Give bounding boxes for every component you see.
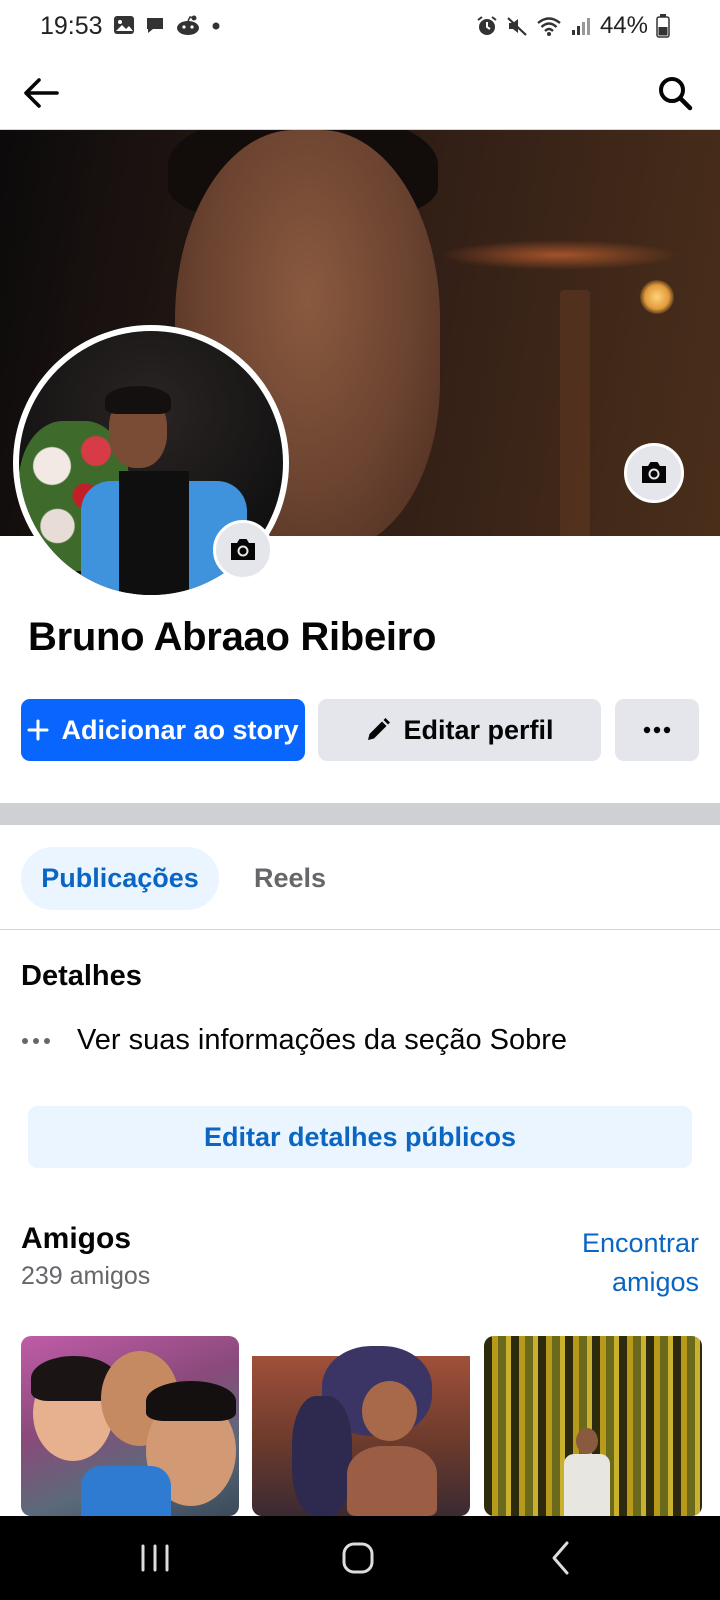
camera-icon [642,462,666,483]
friend-photo-shirt [564,1454,610,1516]
friends-heading: Amigos [21,1222,132,1255]
status-bar: 19:53 44% [0,0,720,54]
signal-icon [571,18,590,35]
ellipsis-icon [643,726,671,734]
app-bar [0,54,720,130]
chevron-left-icon [552,1541,569,1575]
about-info-row[interactable]: Ver suas informações da seção Sobre [21,1024,567,1057]
cover-light [440,240,680,270]
home-icon [342,1542,374,1574]
dot-icon [212,22,220,30]
about-info-label: Ver suas informações da seção Sobre [77,1024,568,1056]
more-options-button[interactable] [615,699,699,761]
edit-public-details-button[interactable]: Editar detalhes públicos [28,1106,692,1168]
system-nav-bar [0,1516,720,1600]
arrow-left-icon [24,78,59,108]
cover-pillar [560,290,590,536]
friend-tile[interactable] [252,1336,470,1516]
battery-icon [656,14,670,38]
chat-bubble-icon [147,18,163,33]
friends-count: 239 amigos [21,1262,151,1290]
profile-name: Bruno Abraao Ribeiro [28,615,437,659]
reddit-icon [177,15,199,35]
section-separator [0,803,720,825]
add-to-story-label: Adicionar ao story [61,714,299,745]
friend-photo-face [576,1428,598,1454]
tab-reels[interactable]: Reels [240,847,340,910]
recent-apps-icon [141,1544,169,1572]
avatar-shirt [119,471,189,595]
image-icon [114,16,134,34]
mute-icon [507,17,527,36]
plus-icon [27,719,49,741]
battery-percent: 44% [599,12,648,39]
status-notification-icons [113,14,222,36]
edit-profile-label: Editar perfil [403,714,554,745]
edit-cover-photo-button[interactable] [624,443,684,503]
camera-icon [231,539,255,560]
tab-divider [0,929,720,930]
status-time: 19:53 [40,12,103,40]
friend-photo-hair [146,1381,236,1421]
status-system-icons: 44% [476,12,670,40]
cover-light [640,280,674,314]
friend-photo-shirt [81,1466,171,1516]
pencil-icon [368,718,391,740]
edit-profile-button[interactable]: Editar perfil [318,699,601,761]
search-button[interactable] [654,72,696,114]
alarm-icon [477,16,497,35]
add-to-story-button[interactable]: Adicionar ao story [21,699,305,761]
ellipsis-icon [22,1037,50,1044]
back-button[interactable] [20,72,62,114]
friend-photo-hair [292,1396,352,1516]
details-heading: Detalhes [21,960,142,992]
friend-tile[interactable] [484,1336,702,1516]
avatar-hair [105,386,171,414]
friend-tile[interactable] [21,1336,239,1516]
recent-apps-button[interactable] [138,1540,172,1576]
nav-back-button[interactable] [548,1538,572,1578]
wifi-icon [537,17,561,36]
friend-photo-face [362,1381,417,1441]
find-friends-link[interactable]: Encontrar amigos [519,1224,699,1302]
tab-posts[interactable]: Publicações [21,847,219,910]
friend-photo-body [347,1446,437,1516]
edit-profile-picture-button[interactable] [213,520,273,580]
home-button[interactable] [340,1540,376,1576]
search-icon [659,77,693,111]
